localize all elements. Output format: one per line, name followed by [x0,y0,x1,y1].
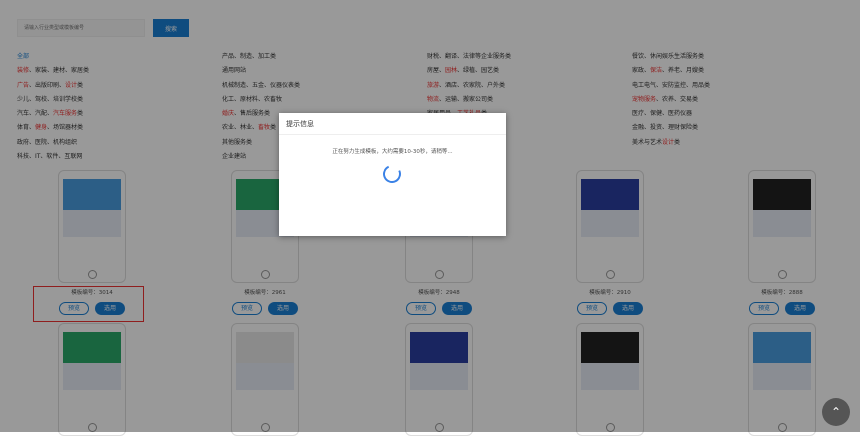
info-dialog: 提示信息 正在努力生成模板，大约需要10-30秒，请稍等... [279,113,506,236]
dialog-message: 正在努力生成模板，大约需要10-30秒，请稍等... [332,149,453,155]
dialog-title: 提示信息 [279,113,506,135]
arrow-up-icon: ⌃ [830,405,842,419]
loading-spinner-icon [380,162,404,186]
scroll-to-top-button[interactable]: ⌃ [822,398,850,426]
